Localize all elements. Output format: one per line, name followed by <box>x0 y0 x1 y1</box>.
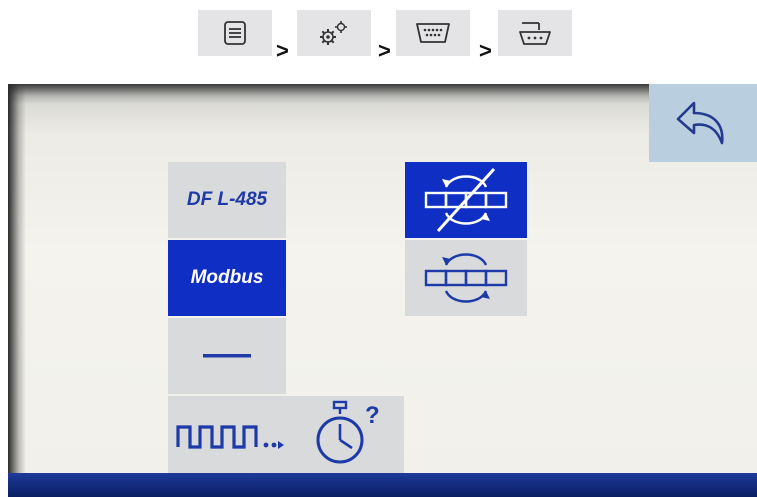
gears-icon <box>320 21 347 45</box>
back-button[interactable] <box>649 84 757 162</box>
back-arrow-icon <box>676 101 724 145</box>
breadcrumb-separator: > <box>378 38 391 63</box>
data-exchange-on-button[interactable] <box>405 240 527 316</box>
pulse-timer-panel: ? <box>168 396 404 474</box>
pulse-train-icon <box>176 425 284 449</box>
stopwatch-icon <box>316 400 364 464</box>
breadcrumb-connector-button[interactable] <box>498 10 572 56</box>
pulse-button[interactable] <box>174 406 286 466</box>
protocol-option-label: Modbus <box>190 267 264 288</box>
protocol-option-none[interactable] <box>168 318 286 394</box>
breadcrumb-separator: > <box>276 38 289 63</box>
breadcrumb-serial-button[interactable] <box>396 10 470 56</box>
status-bar <box>8 473 757 497</box>
breadcrumb-settings-button[interactable] <box>297 10 371 56</box>
protocol-option-modbus[interactable]: Modbus <box>168 240 286 316</box>
breadcrumb-separator: > <box>479 38 492 63</box>
dash-icon <box>203 354 251 358</box>
timer-question-mark: ? <box>365 402 380 429</box>
data-exchange-off-button[interactable] <box>405 162 527 238</box>
no-data-exchange-icon <box>424 167 508 233</box>
device-screen: DF L-485 Modbus ? <box>8 84 757 497</box>
data-exchange-icon <box>424 253 508 303</box>
menu-list-icon <box>224 21 246 45</box>
breadcrumb-menu-button[interactable] <box>198 10 272 56</box>
protocol-option-dfl485[interactable]: DF L-485 <box>168 162 286 238</box>
timer-button[interactable]: ? <box>310 396 400 474</box>
screen-bezel-shadow <box>8 84 26 497</box>
serial-port-icon <box>416 23 450 43</box>
serial-connector-icon <box>519 22 551 45</box>
protocol-option-label: DF L-485 <box>186 189 268 210</box>
screen-bezel-shadow <box>8 84 757 104</box>
